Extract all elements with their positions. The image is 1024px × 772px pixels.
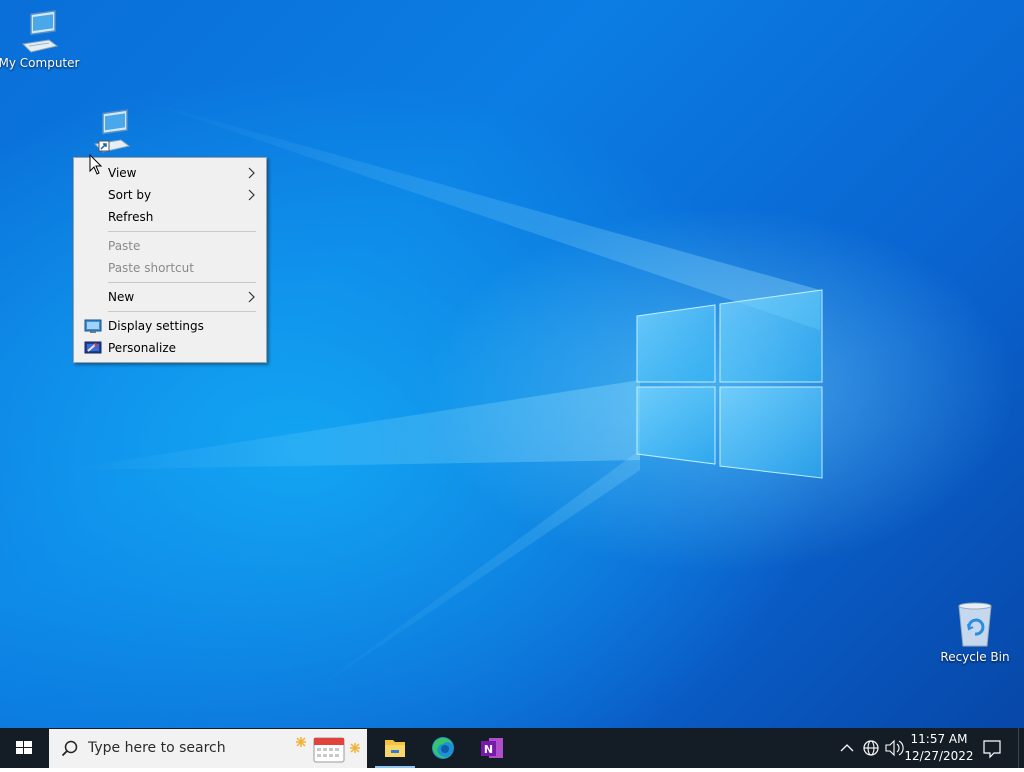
- menu-item-label: Display settings: [108, 319, 204, 333]
- menu-item-personalize[interactable]: Personalize: [76, 337, 264, 359]
- menu-item-paste[interactable]: Paste: [76, 235, 264, 257]
- onenote-icon: N: [481, 738, 503, 758]
- desktop[interactable]: My Computer Recycle Bin View Sort by Ref…: [0, 0, 1024, 728]
- show-desktop-button[interactable]: [1018, 728, 1024, 768]
- svg-text:N: N: [484, 743, 493, 756]
- chevron-right-icon: [248, 167, 255, 179]
- menu-separator: [108, 282, 256, 283]
- desktop-icon-computer-shortcut[interactable]: [78, 108, 138, 156]
- desktop-icon-my-computer[interactable]: My Computer: [0, 10, 81, 70]
- clock-time: 11:57 AM: [910, 732, 968, 746]
- desktop-context-menu: View Sort by Refresh Paste Paste shortcu…: [73, 157, 267, 363]
- menu-item-display-settings[interactable]: Display settings: [76, 315, 264, 337]
- display-settings-icon: [84, 319, 102, 333]
- windows-start-icon: [16, 741, 32, 754]
- clock-date: 12/27/2022: [904, 749, 974, 763]
- desktop-icon-recycle-bin[interactable]: Recycle Bin: [933, 602, 1017, 664]
- show-hidden-icons-chevron-icon[interactable]: [838, 728, 856, 768]
- taskbar-search-box[interactable]: Type here to search: [49, 729, 367, 768]
- menu-separator: [108, 311, 256, 312]
- desktop-icon-label: Recycle Bin: [940, 650, 1010, 664]
- menu-item-new[interactable]: New: [76, 286, 264, 308]
- notifications-icon[interactable]: [980, 728, 1004, 768]
- mouse-cursor-icon: [89, 154, 103, 175]
- computer-icon: [21, 10, 59, 53]
- chevron-right-icon: [248, 189, 255, 201]
- taskbar-app-edge[interactable]: [419, 728, 467, 768]
- menu-item-label: Sort by: [108, 188, 152, 202]
- search-placeholder: Type here to search: [88, 740, 226, 756]
- personalize-icon: [84, 341, 102, 354]
- taskbar-app-onenote[interactable]: N: [467, 728, 515, 768]
- desktop-icon-label: My Computer: [0, 56, 80, 70]
- menu-item-label: Paste shortcut: [108, 261, 194, 275]
- menu-item-label: Personalize: [108, 341, 177, 355]
- calendar-highlight-icon: [296, 737, 360, 763]
- menu-item-label: New: [108, 290, 135, 304]
- menu-separator: [108, 231, 256, 232]
- menu-item-refresh[interactable]: Refresh: [76, 206, 264, 228]
- chevron-right-icon: [248, 291, 255, 303]
- wallpaper: [60, 100, 823, 700]
- taskbar-app-file-explorer[interactable]: [371, 728, 419, 768]
- menu-item-paste-shortcut[interactable]: Paste shortcut: [76, 257, 264, 279]
- menu-item-label: View: [108, 166, 137, 180]
- network-globe-icon[interactable]: [860, 728, 882, 768]
- windows-logo: [636, 289, 823, 479]
- recycle-bin-icon: [958, 602, 992, 647]
- edge-icon: [432, 737, 454, 759]
- menu-item-label: Paste: [108, 239, 141, 253]
- menu-item-label: Refresh: [108, 210, 154, 224]
- computer-shortcut-icon: [93, 109, 131, 153]
- start-button[interactable]: [0, 728, 48, 768]
- search-icon: [61, 740, 78, 757]
- taskbar: Type here to search N 11:57 AM 12/27/202…: [0, 728, 1024, 768]
- taskbar-clock[interactable]: 11:57 AM 12/27/2022: [902, 731, 976, 765]
- menu-item-sort-by[interactable]: Sort by: [76, 184, 264, 206]
- menu-item-view[interactable]: View: [76, 162, 264, 184]
- file-explorer-icon: [385, 740, 405, 757]
